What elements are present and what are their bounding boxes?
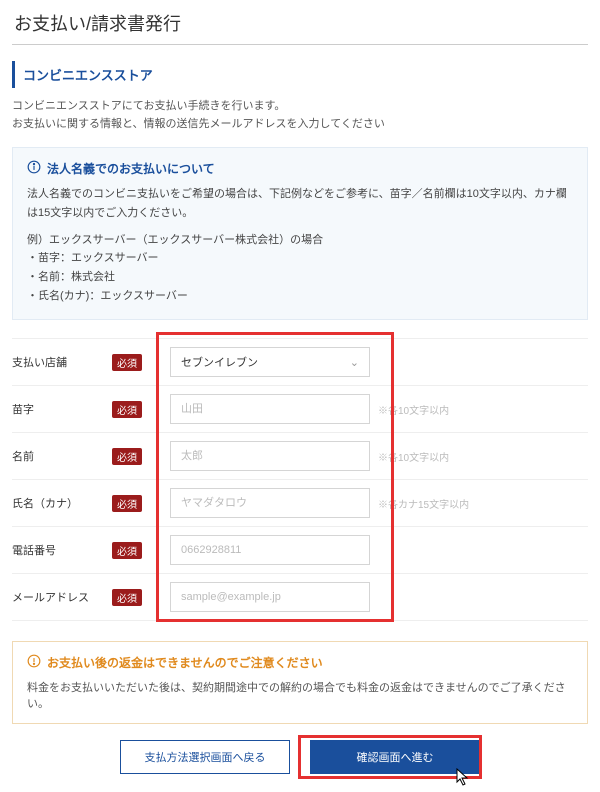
kana-label: 氏名（カナ） [12,495,78,511]
email-label: メールアドレス [12,589,89,605]
back-button[interactable]: 支払方法選択画面へ戻る [120,740,290,774]
phone-label: 電話番号 [12,542,56,558]
email-input[interactable] [170,582,370,612]
section-heading: コンビニエンスストア [12,61,588,88]
info-icon [27,160,41,177]
firstname-label: 名前 [12,448,34,464]
lastname-label: 苗字 [12,401,34,417]
required-badge: 必須 [112,354,142,371]
intro-line-2: お支払いに関する情報と、情報の送信先メールアドレスを入力してください [12,116,588,134]
store-select-value: セブンイレブン [181,354,258,370]
required-badge: 必須 [112,401,142,418]
row-email: メールアドレス 必須 [12,573,588,621]
example-1: ・苗字：エックスサーバー [27,249,573,268]
form-area: 支払い店舗 必須 セブンイレブン ⌄ 苗字 必須 ※各10文字以内 名前 [12,338,588,621]
store-label: 支払い店舗 [12,354,67,370]
kana-input[interactable] [170,488,370,518]
firstname-hint: ※各10文字以内 [378,449,449,464]
row-phone: 電話番号 必須 [12,526,588,573]
confirm-button[interactable]: 確認画面へ進む [310,740,480,774]
required-badge: 必須 [112,448,142,465]
phone-input[interactable] [170,535,370,565]
page-title: お支払い/請求書発行 [12,10,588,45]
kana-hint: ※各カナ15文字以内 [378,496,469,511]
lastname-hint: ※各10文字以内 [378,402,449,417]
example-2: ・名前：株式会社 [27,268,573,287]
cursor-icon [456,768,470,786]
row-kana: 氏名（カナ） 必須 ※各カナ15文字以内 [12,479,588,526]
required-badge: 必須 [112,542,142,559]
button-row: 支払方法選択画面へ戻る 確認画面へ進む [12,740,588,774]
intro-text: コンビニエンスストアにてお支払い手続きを行います。 お支払いに関する情報と、情報… [12,98,588,133]
row-lastname: 苗字 必須 ※各10文字以内 [12,385,588,432]
notice-title: 法人名義でのお支払いについて [47,160,215,177]
required-badge: 必須 [112,495,142,512]
corporate-notice: 法人名義でのお支払いについて 法人名義でのコンビニ支払いをご希望の場合は、下記例… [12,147,588,320]
warning-body: 料金をお支払いいただいた後は、契約期間途中での解約の場合でも料金の返金はできませ… [27,679,573,711]
lastname-input[interactable] [170,394,370,424]
example-label: 例）エックスサーバー（エックスサーバー株式会社）の場合 [27,231,573,250]
notice-body: 法人名義でのコンビニ支払いをご希望の場合は、下記例などをご参考に、苗字／名前欄は… [27,185,573,222]
chevron-down-icon: ⌄ [350,356,359,369]
row-firstname: 名前 必須 ※各10文字以内 [12,432,588,479]
refund-warning: お支払い後の返金はできませんのでご注意ください 料金をお支払いいただいた後は、契… [12,641,588,724]
firstname-input[interactable] [170,441,370,471]
required-badge: 必須 [112,589,142,606]
row-store: 支払い店舗 必須 セブンイレブン ⌄ [12,338,588,385]
example-3: ・氏名(カナ)：エックスサーバー [27,287,573,306]
intro-line-1: コンビニエンスストアにてお支払い手続きを行います。 [12,98,588,116]
store-select[interactable]: セブンイレブン ⌄ [170,347,370,377]
warning-title: お支払い後の返金はできませんのでご注意ください [47,654,323,671]
warning-icon [27,654,41,671]
